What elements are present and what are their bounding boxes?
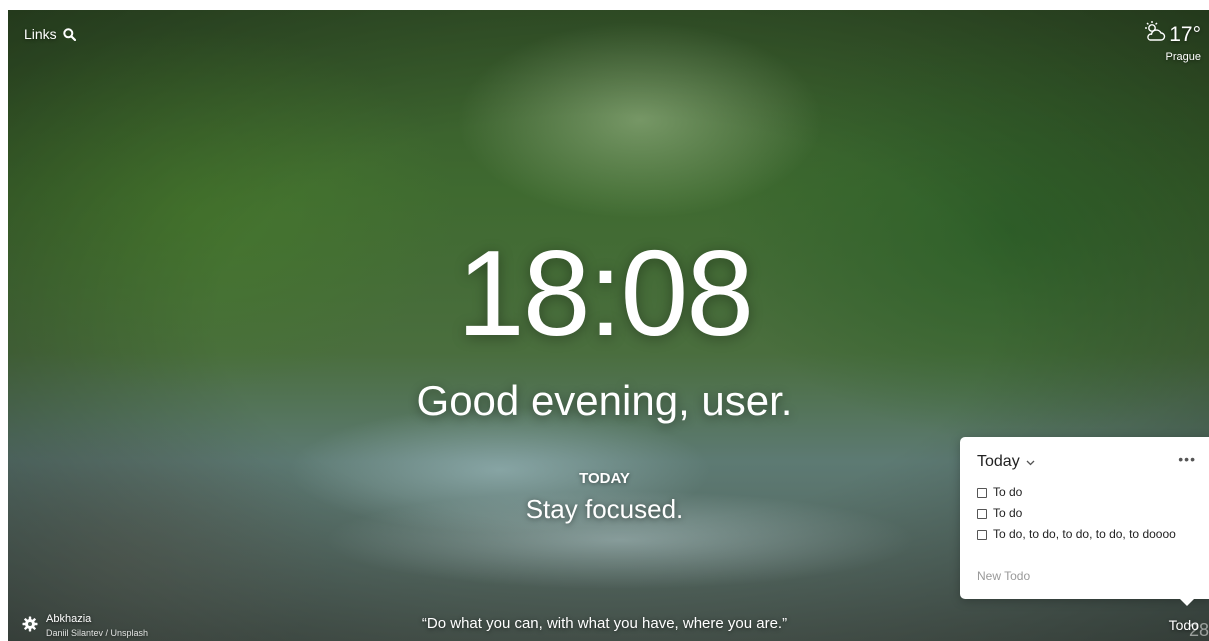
greeting-text: Good evening, user. — [416, 377, 793, 424]
todo-item[interactable]: To do — [977, 485, 1197, 500]
weather-temperature: 17° — [1169, 22, 1201, 46]
todo-checkbox[interactable] — [977, 488, 987, 498]
new-todo-input[interactable] — [977, 569, 1177, 583]
todo-panel: Today ••• To do To do To do, to do, to d… — [960, 437, 1209, 606]
todo-list-selector[interactable]: Today — [977, 453, 1035, 471]
weather-city: Prague — [1165, 51, 1201, 63]
todo-item-text: To do — [993, 485, 1023, 499]
quote-text[interactable]: “Do what you can, with what you have, wh… — [0, 615, 1209, 632]
more-icon[interactable]: ••• — [1178, 451, 1196, 467]
todo-checkbox[interactable] — [977, 530, 987, 540]
photo-info[interactable]: Abkhazia Daniil Silantev / Unsplash — [46, 612, 148, 640]
photo-credit[interactable]: Daniil Silantev / Unsplash — [46, 626, 148, 640]
partly-cloudy-icon — [1143, 20, 1167, 49]
todo-item-text: To do, to do, to do, to do, to doooo — [993, 527, 1176, 541]
weather-widget[interactable]: 17° Prague — [1143, 20, 1201, 63]
todo-item-text: To do — [993, 506, 1023, 520]
photo-location: Abkhazia — [46, 613, 92, 625]
todo-item[interactable]: To do — [977, 506, 1197, 521]
todo-item[interactable]: To do, to do, to do, to do, to doooo — [977, 527, 1197, 542]
gear-icon[interactable] — [22, 616, 38, 637]
links-button[interactable]: Links — [24, 26, 76, 42]
todo-checkbox[interactable] — [977, 509, 987, 519]
chevron-down-icon — [1026, 453, 1035, 471]
dashboard-screen: Links 17° Prague 18:08 Good evening, use… — [0, 0, 1209, 641]
todo-list-name: Today — [977, 453, 1020, 470]
clock-time: 18:08 — [456, 225, 754, 361]
page-number: 28 — [1188, 620, 1209, 640]
links-label: Links — [24, 26, 57, 42]
window-edge-top — [0, 0, 1209, 10]
todo-list: To do To do To do, to do, to do, to do, … — [977, 485, 1197, 548]
search-icon[interactable] — [62, 27, 76, 41]
